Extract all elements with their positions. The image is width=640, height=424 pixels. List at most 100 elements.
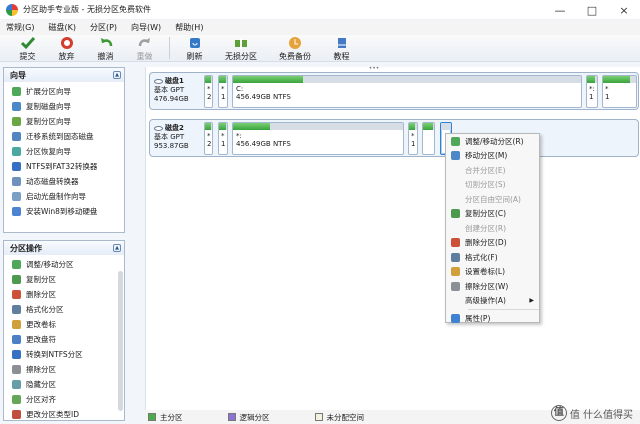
op-hide[interactable]: 隐藏分区 [12,377,124,392]
wizard-list: 扩展分区向导 复制磁盘向导 复制分区向导 迁移系统到固态磁盘 分区恢复向导 NT… [4,82,124,232]
legend-logical: 逻辑分区 [227,412,270,423]
partition-context-menu: 调整/移动分区(R) 移动分区(M) 合并分区(E) 切割分区(S) 分区自由空… [445,133,540,323]
redo-icon [138,38,150,47]
disk-2-partition-2[interactable]: * 1 [218,122,228,155]
backup-icon [289,37,301,49]
disk-2-partition-1[interactable]: * 2 [204,122,213,155]
sidebar-scrollbar[interactable] [118,271,123,411]
undo-button[interactable]: 撤消 [86,35,125,62]
move-icon [451,151,460,161]
op-convert-ntfs[interactable]: 转换到NTFS分区 [12,347,124,362]
op-change-type-id[interactable]: 更改分区类型ID [12,407,124,422]
label-icon [451,267,460,277]
primary-swatch [148,413,156,421]
logical-swatch [227,413,236,421]
wizard-item-copy-partition[interactable]: 复制分区向导 [12,114,124,129]
disk-1-partition-1[interactable]: * 2 [204,75,213,108]
ctx-properties[interactable]: 属性(P) [446,311,539,326]
app-logo-icon [6,3,18,16]
ntfs-convert-icon [12,350,21,359]
menu-general[interactable]: 常规(G) [6,22,34,33]
ctx-wipe[interactable]: 擦除分区(W) [446,279,539,294]
disk-1-partition-c[interactable]: C: 456.49GB NTFS [232,75,582,108]
menu-bar: 常规(G) 磁盘(K) 分区(P) 向导(W) 帮助(H) [0,20,640,35]
menu-disk[interactable]: 磁盘(K) [48,22,76,33]
op-resize-move[interactable]: 调整/移动分区 [12,257,124,272]
copy-icon [12,275,21,284]
watermark: 值值 什么值得买 [550,405,633,421]
ctx-resize-move[interactable]: 调整/移动分区(R) [446,134,539,149]
undo-icon [60,37,73,49]
wizard-panel-header: 向导 ▲ [4,68,124,82]
disk-1-partition-4[interactable]: *: 1 [586,75,598,108]
wizard-item-ntfs-fat32[interactable]: NTFS到FAT32转换器 [12,159,124,174]
ctx-move[interactable]: 移动分区(M) [446,149,539,164]
op-change-letter[interactable]: 更改盘符 [12,332,124,347]
copy-disk-icon [12,102,21,111]
context-menu-separator [468,309,539,310]
tutorial-button[interactable]: 教程 [322,35,361,62]
resize-icon [451,136,460,146]
disk-2-partition-4[interactable]: * 1 [408,122,418,155]
bootable-media-icon [12,192,21,201]
close-button[interactable]: × [608,0,640,20]
op-copy[interactable]: 复制分区 [12,272,124,287]
menu-partition[interactable]: 分区(P) [90,22,117,33]
collapse-icon[interactable]: ▲ [113,244,121,252]
partition-ops-header: 分区操作 ▲ [4,241,124,255]
maximize-button[interactable]: □ [576,0,608,20]
extend-wizard-icon [12,87,21,96]
free-backup-button[interactable]: 免费备份 [268,35,322,62]
ctx-copy[interactable]: 复制分区(C) [446,207,539,222]
ctx-set-label[interactable]: 设置卷标(L) [446,265,539,280]
watermark-logo-icon: 值 [550,405,567,421]
refresh-button[interactable]: 刷新 [175,35,214,62]
wipe-icon [12,365,21,374]
op-align[interactable]: 分区对齐 [12,392,124,407]
op-delete[interactable]: 删除分区 [12,287,124,302]
disk-1-partition-2[interactable]: * 1 [218,75,228,108]
wizard-item-copy-disk[interactable]: 复制磁盘向导 [12,99,124,114]
ctx-free-space: 分区自由空间(A) [465,194,521,204]
sidebar: 向导 ▲ 扩展分区向导 复制磁盘向导 复制分区向导 迁移系统到固态磁盘 分区恢复向… [3,67,125,421]
ctx-format[interactable]: 格式化(F) [446,250,539,265]
ctx-merge: 合并分区(E) [465,165,506,175]
op-change-label[interactable]: 更改卷标 [12,317,124,332]
wizard-item-dynamic-disk[interactable]: 动态磁盘转换器 [12,174,124,189]
ctx-advanced[interactable]: 高级操作(A) ▶ [446,294,539,309]
disk-1-partition-5[interactable]: * 1 [602,75,637,108]
disk-1-row[interactable]: 磁盘1 基本 GPT 476.94GB * 2 * 1 C: 456.49GB NTF… [149,72,639,110]
wizard-item-bootable-media[interactable]: 启动光盘制作向导 [12,189,124,204]
disk-2-partition-3[interactable]: *: 456.49GB NTFS [232,122,404,155]
splitter-handle[interactable]: ••• [366,66,382,72]
redo-button[interactable]: 重做 [125,35,164,62]
ctx-create: 创建分区(R) [465,223,507,233]
legend-primary: 主分区 [148,412,183,423]
migrate-system-icon [12,132,21,141]
wizard-item-migrate-ssd[interactable]: 迁移系统到固态磁盘 [12,129,124,144]
discard-button[interactable]: 放弃 [47,35,86,62]
menu-help[interactable]: 帮助(H) [175,22,203,33]
commit-button[interactable]: 提交 [8,35,47,62]
menu-wizard[interactable]: 向导(W) [131,22,161,33]
check-icon [20,37,35,50]
disk-2-row[interactable]: 磁盘2 基本 GPT 953.87GB * 2 * 1 *: 456.49GB NTF… [149,119,639,157]
ctx-delete[interactable]: 删除分区(D) [446,236,539,251]
op-wipe[interactable]: 擦除分区 [12,362,124,377]
toolbar-separator [169,37,170,59]
book-icon [337,38,346,48]
wizard-item-win8-usb[interactable]: 安装Win8到移动硬盘 [12,204,124,219]
delete-icon [451,238,460,248]
op-format[interactable]: 格式化分区 [12,302,124,317]
split-icon [235,38,247,49]
wizard-item-extend[interactable]: 扩展分区向导 [12,84,124,99]
lossless-partition-button[interactable]: 无损分区 [214,35,268,62]
minimize-button[interactable]: — [544,0,576,20]
drive-letter-icon [12,335,21,344]
partition-ops-list: 调整/移动分区 复制分区 删除分区 格式化分区 更改卷标 更改盘符 转换到NTF… [4,255,124,420]
disk-icon [154,79,163,84]
collapse-icon[interactable]: ▲ [113,71,121,79]
wizard-panel: 向导 ▲ 扩展分区向导 复制磁盘向导 复制分区向导 迁移系统到固态磁盘 分区恢复向… [3,67,125,233]
disk-2-partition-5[interactable] [422,122,435,155]
wizard-item-recovery[interactable]: 分区恢复向导 [12,144,124,159]
